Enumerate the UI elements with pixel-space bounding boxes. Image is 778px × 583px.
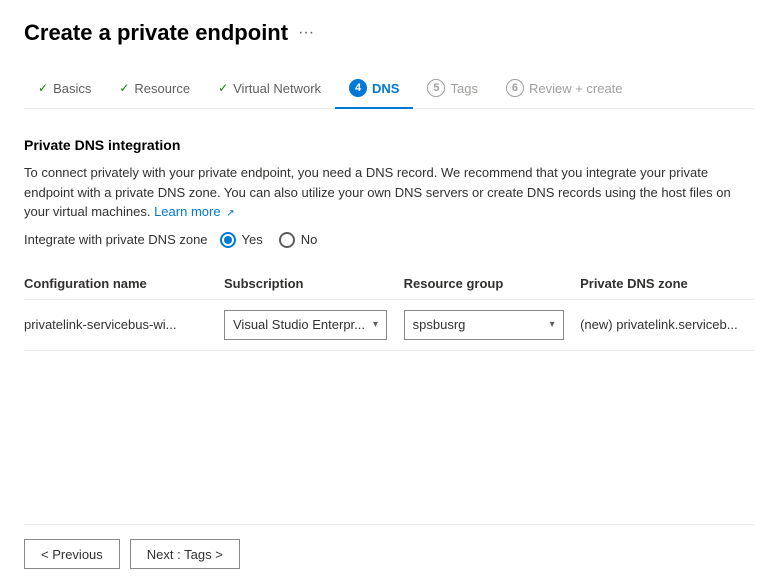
step-review-create-label: Review + create: [529, 81, 623, 96]
cell-dns-zone: (new) privatelink.serviceb...: [580, 299, 754, 350]
page-title: Create a private endpoint: [24, 20, 288, 46]
col-header-subscription: Subscription: [224, 268, 404, 300]
cell-subscription: Visual Studio Enterpr... ▾: [224, 299, 404, 350]
radio-no-input[interactable]: [279, 232, 295, 248]
content-area: Private DNS integration To connect priva…: [24, 137, 754, 524]
radio-group: Yes No: [220, 232, 318, 248]
page-container: Create a private endpoint ··· ✓ Basics ✓…: [0, 0, 778, 583]
table-row: privatelink-servicebus-wi... Visual Stud…: [24, 299, 754, 350]
col-header-config-name: Configuration name: [24, 268, 224, 300]
check-icon-virtual-network: ✓: [218, 81, 228, 95]
step-circle-review: 6: [506, 79, 524, 97]
radio-yes-label: Yes: [242, 232, 263, 247]
resource-group-dropdown[interactable]: spsbusrg ▾: [404, 310, 564, 340]
subscription-dropdown[interactable]: Visual Studio Enterpr... ▾: [224, 310, 387, 340]
radio-yes-input[interactable]: [220, 232, 236, 248]
step-virtual-network[interactable]: ✓ Virtual Network: [204, 73, 335, 108]
table-header: Configuration name Subscription Resource…: [24, 268, 754, 300]
resource-group-dropdown-value: spsbusrg: [413, 317, 466, 332]
wizard-nav: ✓ Basics ✓ Resource ✓ Virtual Network 4 …: [24, 70, 754, 109]
external-link-icon: ↗: [226, 208, 234, 219]
step-tags-label: Tags: [450, 81, 477, 96]
learn-more-link[interactable]: Learn more: [154, 204, 220, 219]
integrate-label: Integrate with private DNS zone: [24, 232, 208, 247]
radio-no-option[interactable]: No: [279, 232, 318, 248]
col-header-resource-group: Resource group: [404, 268, 580, 300]
step-virtual-network-label: Virtual Network: [233, 81, 321, 96]
description-text: To connect privately with your private e…: [24, 163, 754, 222]
footer: < Previous Next : Tags >: [24, 524, 754, 583]
subscription-dropdown-value: Visual Studio Enterpr...: [233, 317, 365, 332]
radio-no-label: No: [301, 232, 318, 247]
ellipsis-menu-icon[interactable]: ···: [298, 24, 314, 42]
step-circle-dns: 4: [349, 79, 367, 97]
dns-zone-text: (new) privatelink.serviceb...: [580, 317, 738, 332]
dropdown-arrow-resource-group: ▾: [550, 319, 555, 330]
step-circle-tags: 5: [427, 79, 445, 97]
previous-button[interactable]: < Previous: [24, 539, 120, 569]
dropdown-arrow-subscription: ▾: [373, 319, 378, 330]
col-header-dns-zone: Private DNS zone: [580, 268, 754, 300]
check-icon-resource: ✓: [119, 81, 129, 95]
step-dns-label: DNS: [372, 81, 399, 96]
step-dns[interactable]: 4 DNS: [335, 71, 413, 109]
step-basics-label: Basics: [53, 81, 91, 96]
section-title: Private DNS integration: [24, 137, 754, 153]
cell-resource-group: spsbusrg ▾: [404, 299, 580, 350]
check-icon-basics: ✓: [38, 81, 48, 95]
config-table: Configuration name Subscription Resource…: [24, 268, 754, 351]
step-review-create[interactable]: 6 Review + create: [492, 71, 637, 109]
cell-config-name: privatelink-servicebus-wi...: [24, 299, 224, 350]
step-resource[interactable]: ✓ Resource: [105, 73, 204, 108]
table-body: privatelink-servicebus-wi... Visual Stud…: [24, 299, 754, 350]
table-header-row: Configuration name Subscription Resource…: [24, 268, 754, 300]
radio-yes-option[interactable]: Yes: [220, 232, 263, 248]
title-row: Create a private endpoint ···: [24, 20, 754, 46]
next-button[interactable]: Next : Tags >: [130, 539, 240, 569]
step-resource-label: Resource: [134, 81, 190, 96]
step-tags[interactable]: 5 Tags: [413, 71, 491, 109]
integrate-row: Integrate with private DNS zone Yes No: [24, 232, 754, 248]
step-basics[interactable]: ✓ Basics: [24, 73, 105, 108]
